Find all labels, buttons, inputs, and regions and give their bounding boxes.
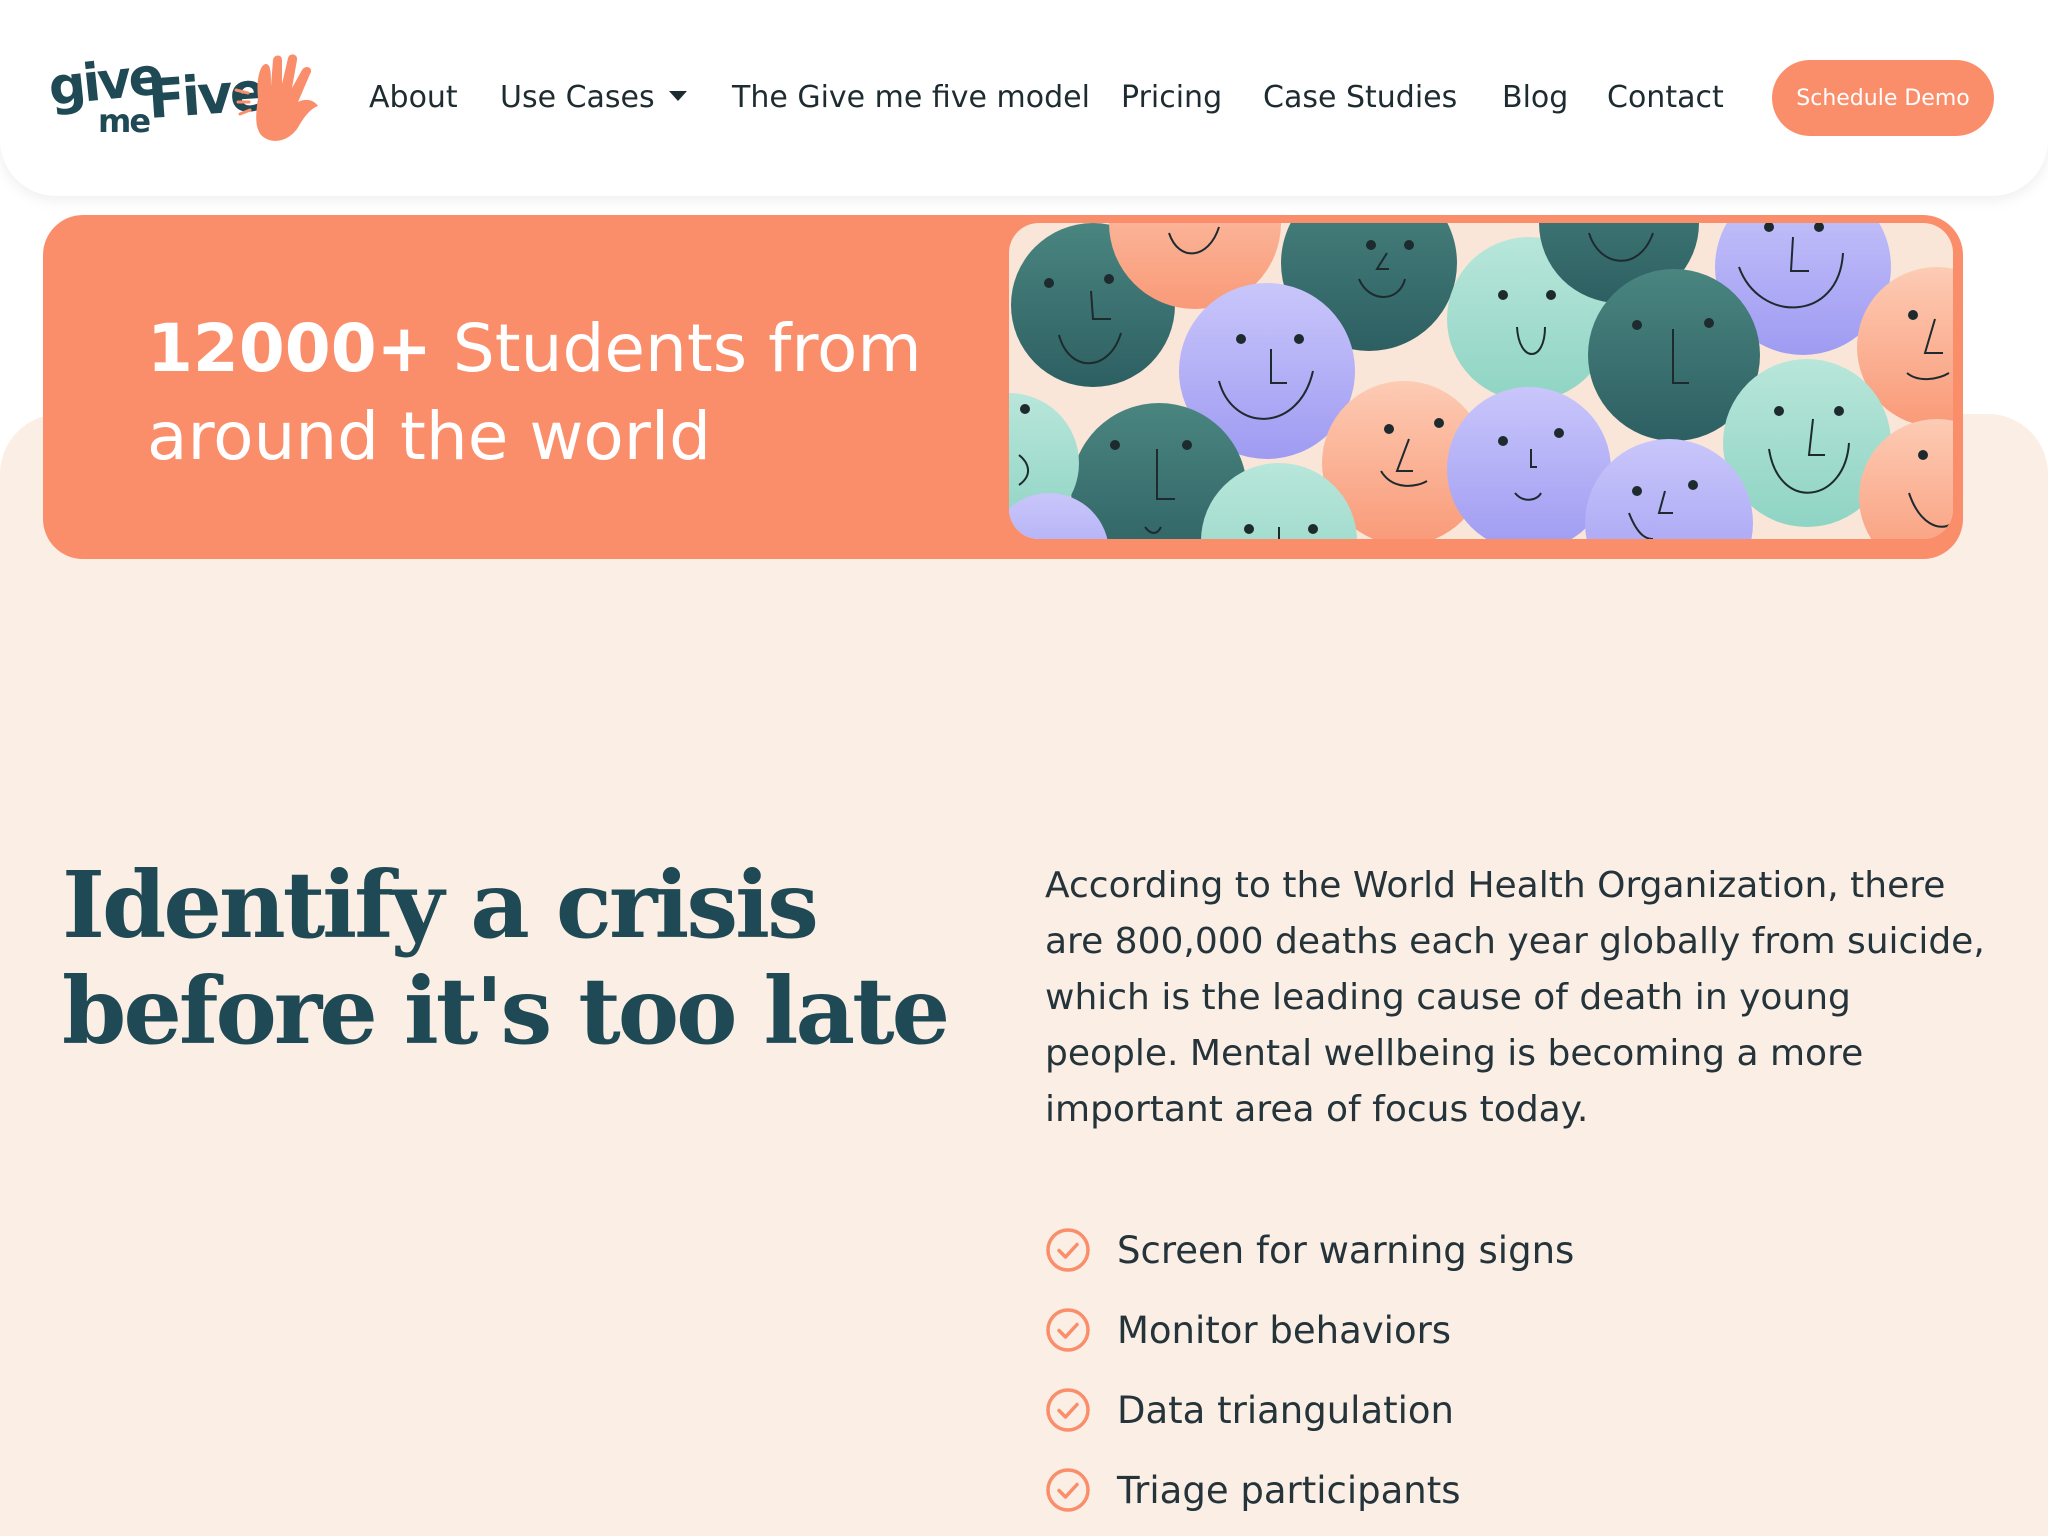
heading-line-1: Identify a crisis: [62, 851, 819, 959]
site-header: give me Five About Use Cases The Give me…: [0, 0, 2048, 196]
heading-line-2: before it's too late: [62, 957, 950, 1065]
checklist-label: Monitor behaviors: [1117, 1308, 1452, 1352]
waving-hand-icon: [234, 54, 318, 141]
list-item: Monitor behaviors: [1045, 1290, 1945, 1370]
page-heading: Identify a crisis before it's too late: [62, 852, 962, 1064]
schedule-demo-button[interactable]: Schedule Demo: [1772, 60, 1994, 136]
logo-word-me: me: [98, 102, 151, 140]
nav-use-cases-label: Use Cases: [500, 80, 655, 115]
chevron-down-icon: [668, 90, 687, 101]
list-item: Triage participants: [1045, 1450, 1945, 1530]
list-item: Screen for warning signs: [1045, 1210, 1945, 1290]
check-circle-icon: [1046, 1388, 1090, 1432]
checklist-label: Screen for warning signs: [1117, 1228, 1575, 1272]
nav-pricing[interactable]: Pricing: [1121, 74, 1222, 122]
check-circle-icon: [1046, 1468, 1090, 1512]
intro-paragraph: According to the World Health Organizati…: [1045, 865, 1985, 1130]
checklist-label: Triage participants: [1117, 1468, 1461, 1512]
list-item: Data triangulation: [1045, 1370, 1945, 1450]
nav-about[interactable]: About: [369, 74, 458, 122]
checklist-label: Data triangulation: [1117, 1388, 1454, 1432]
check-circle-icon: [1046, 1308, 1090, 1352]
students-banner: 12000+ Students from around the world: [43, 215, 1963, 559]
feature-checklist: Screen for warning signs Monitor behavio…: [1045, 1210, 1945, 1530]
smiley-faces-illustration: [1009, 223, 1953, 539]
logo[interactable]: give me Five: [46, 47, 328, 150]
nav-case-studies[interactable]: Case Studies: [1263, 74, 1457, 122]
banner-headline: 12000+ Students from around the world: [147, 305, 1027, 481]
nav-model[interactable]: The Give me five model: [732, 74, 1090, 122]
banner-highlight: 12000+: [147, 310, 432, 387]
logo-wordmark: give me Five: [46, 47, 266, 146]
check-circle-icon: [1046, 1228, 1090, 1272]
nav-use-cases[interactable]: Use Cases: [500, 74, 687, 122]
nav-blog[interactable]: Blog: [1502, 74, 1568, 122]
nav-contact[interactable]: Contact: [1607, 74, 1724, 122]
